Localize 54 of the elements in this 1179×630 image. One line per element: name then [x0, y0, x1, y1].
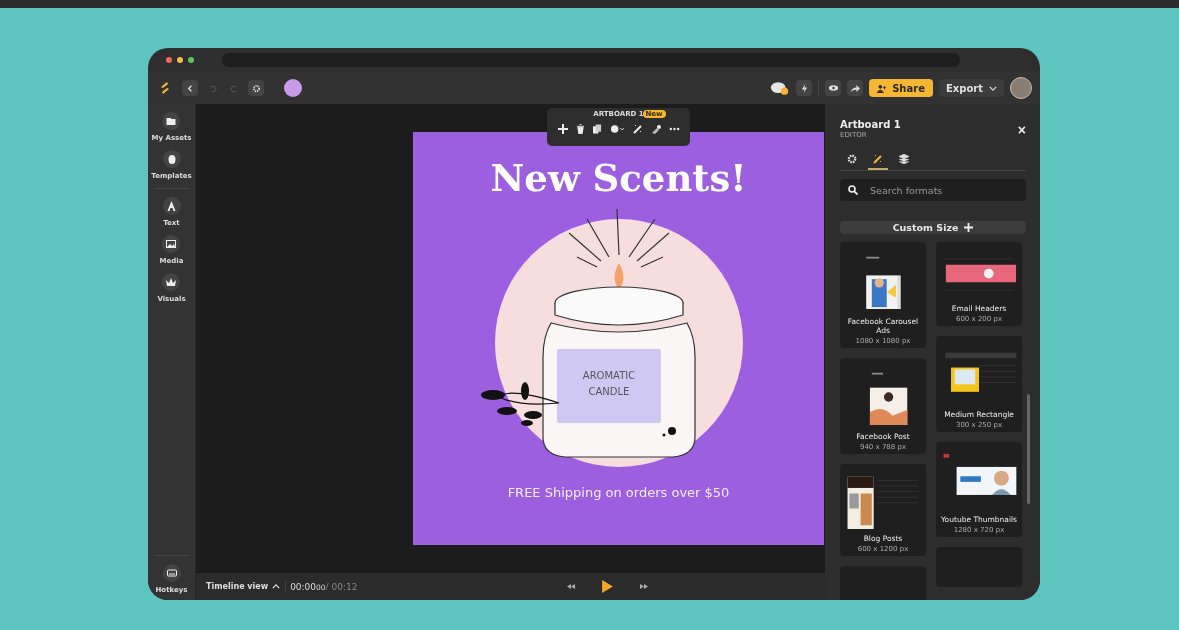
trash-icon[interactable] [575, 124, 585, 134]
rewind-icon[interactable] [567, 584, 575, 589]
settings-icon [847, 154, 857, 164]
export-dropdown[interactable]: Export [938, 79, 1004, 97]
crown-icon [162, 273, 181, 291]
minimize-dot[interactable] [177, 57, 183, 63]
caret-icon [272, 584, 281, 589]
shipping-text: FREE Shipping on orders over $50 [507, 484, 730, 500]
redo-icon [229, 83, 239, 93]
jar-label-text: AROMATIC [582, 369, 635, 381]
project-avatar-icon[interactable] [284, 79, 302, 97]
more-icon[interactable] [668, 127, 680, 131]
jar-label-text: CANDLE [588, 385, 629, 397]
copy-icon[interactable] [592, 124, 602, 134]
caret-icon [989, 85, 997, 91]
scrollbar-thumb[interactable] [1027, 394, 1030, 504]
headline: New Scents! [490, 158, 747, 199]
settings-button[interactable] [248, 80, 264, 96]
magic-wand-icon[interactable] [632, 124, 643, 134]
forward-arrow-button[interactable] [847, 80, 864, 96]
panel-title: Artboard 1 [840, 119, 901, 130]
search-field[interactable]: Search formats [840, 179, 1026, 201]
user-avatar[interactable] [1010, 77, 1032, 99]
close-button[interactable]: × [1017, 123, 1026, 137]
timeline-view-toggle[interactable]: Timeline view [206, 582, 287, 591]
plus-icon [964, 223, 974, 232]
lightning-icon [799, 83, 809, 93]
custom-size-button[interactable]: Custom Size [840, 221, 1026, 234]
preview-button[interactable] [825, 80, 842, 96]
layers-icon [899, 154, 909, 164]
effects-icon[interactable] [609, 124, 625, 134]
play-icon[interactable] [601, 579, 614, 594]
back-button[interactable] [182, 80, 198, 96]
forward-arrow-icon [849, 83, 861, 93]
maximize-dot[interactable] [188, 57, 194, 63]
artboard[interactable]: New Scents! AROMATIC CANDLE FREE Shipping on orders over $50 [413, 132, 824, 545]
lightning-button[interactable] [796, 80, 813, 96]
keyboard-icon [162, 564, 181, 582]
settings-icon [251, 83, 261, 93]
close-dot[interactable] [166, 57, 172, 63]
add-icon[interactable] [557, 124, 568, 134]
folder-icon [162, 112, 181, 130]
chat-bubble-icon[interactable] [770, 79, 791, 97]
eraser-icon[interactable] [650, 124, 661, 134]
image-icon [162, 235, 181, 253]
magic-wand-icon [873, 154, 883, 164]
drop-icon [162, 150, 181, 168]
fast-forward-icon[interactable] [640, 584, 648, 589]
chevron-left-icon [185, 83, 195, 93]
eye-icon [827, 84, 839, 92]
add-person-icon [877, 83, 888, 93]
letter-icon [162, 197, 181, 215]
share-button[interactable]: Share [869, 79, 933, 97]
dots-drawing [662, 426, 676, 437]
